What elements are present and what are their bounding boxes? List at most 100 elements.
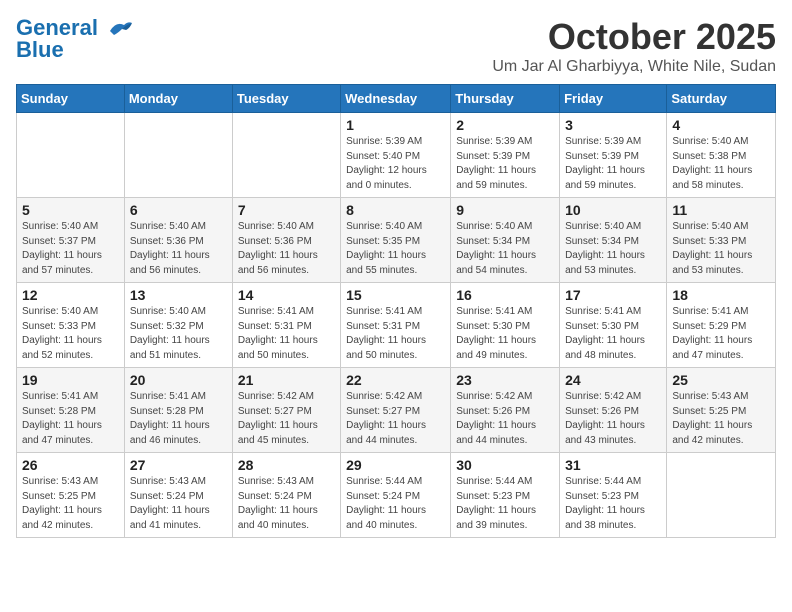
calendar-day-cell: 23 Sunrise: 5:42 AM Sunset: 5:26 PM Dayli… [451,368,560,453]
calendar-day-cell: 9 Sunrise: 5:40 AM Sunset: 5:34 PM Daylig… [451,198,560,283]
day-info: Sunrise: 5:40 AM Sunset: 5:38 PM Dayligh… [672,135,770,193]
day-number: 17 [565,287,661,303]
day-number: 26 [22,457,119,473]
day-info: Sunrise: 5:44 AM Sunset: 5:24 PM Dayligh… [346,475,445,533]
day-info: Sunrise: 5:40 AM Sunset: 5:37 PM Dayligh… [22,220,119,278]
calendar-day-cell: 7 Sunrise: 5:40 AM Sunset: 5:36 PM Daylig… [232,198,340,283]
day-number: 4 [672,117,770,133]
day-info: Sunrise: 5:42 AM Sunset: 5:27 PM Dayligh… [238,390,335,448]
calendar-day-cell: 12Sunrise: 5:40 AM Sunset: 5:33 PM Dayli… [17,283,125,368]
day-number: 28 [238,457,335,473]
day-info: Sunrise: 5:39 AM Sunset: 5:40 PM Dayligh… [346,135,445,193]
weekday-header-cell: Sunday [17,85,125,113]
day-number: 30 [456,457,554,473]
day-info: Sunrise: 5:43 AM Sunset: 5:25 PM Dayligh… [22,475,119,533]
day-number: 14 [238,287,335,303]
day-number: 22 [346,372,445,388]
calendar-day-cell: 1 Sunrise: 5:39 AM Sunset: 5:40 PM Daylig… [341,113,451,198]
month-title: October 2025 [492,16,776,58]
day-number: 16 [456,287,554,303]
day-info: Sunrise: 5:42 AM Sunset: 5:27 PM Dayligh… [346,390,445,448]
day-number: 1 [346,117,445,133]
day-number: 9 [456,202,554,218]
calendar-day-cell [124,113,232,198]
calendar-day-cell: 16Sunrise: 5:41 AM Sunset: 5:30 PM Dayli… [451,283,560,368]
calendar-day-cell [667,453,776,538]
day-info: Sunrise: 5:43 AM Sunset: 5:25 PM Dayligh… [672,390,770,448]
calendar-day-cell: 3Sunrise: 5:39 AM Sunset: 5:39 PM Daylig… [560,113,667,198]
calendar-day-cell: 17 Sunrise: 5:41 AM Sunset: 5:30 PM Dayli… [560,283,667,368]
weekday-header-cell: Thursday [451,85,560,113]
day-number: 3 [565,117,661,133]
logo: General Blue [16,16,134,62]
day-number: 10 [565,202,661,218]
day-info: Sunrise: 5:44 AM Sunset: 5:23 PM Dayligh… [565,475,661,533]
day-info: Sunrise: 5:41 AM Sunset: 5:31 PM Dayligh… [238,305,335,363]
page-header: General Blue October 2025 Um Jar Al Ghar… [16,16,776,76]
calendar-day-cell: 31 Sunrise: 5:44 AM Sunset: 5:23 PM Dayli… [560,453,667,538]
day-number: 18 [672,287,770,303]
day-info: Sunrise: 5:41 AM Sunset: 5:31 PM Dayligh… [346,305,445,363]
calendar-day-cell: 10Sunrise: 5:40 AM Sunset: 5:34 PM Dayli… [560,198,667,283]
day-info: Sunrise: 5:41 AM Sunset: 5:28 PM Dayligh… [22,390,119,448]
day-number: 20 [130,372,227,388]
day-number: 24 [565,372,661,388]
day-info: Sunrise: 5:40 AM Sunset: 5:33 PM Dayligh… [22,305,119,363]
calendar-day-cell [232,113,340,198]
calendar-day-cell: 22 Sunrise: 5:42 AM Sunset: 5:27 PM Dayli… [341,368,451,453]
day-info: Sunrise: 5:39 AM Sunset: 5:39 PM Dayligh… [456,135,554,193]
weekday-header-cell: Tuesday [232,85,340,113]
logo-line2: Blue [16,38,64,62]
day-number: 15 [346,287,445,303]
day-info: Sunrise: 5:41 AM Sunset: 5:30 PM Dayligh… [565,305,661,363]
location-title: Um Jar Al Gharbiyya, White Nile, Sudan [492,58,776,76]
day-info: Sunrise: 5:40 AM Sunset: 5:34 PM Dayligh… [456,220,554,278]
calendar-day-cell: 11 Sunrise: 5:40 AM Sunset: 5:33 PM Dayli… [667,198,776,283]
calendar-week-row: 12Sunrise: 5:40 AM Sunset: 5:33 PM Dayli… [17,283,776,368]
day-number: 2 [456,117,554,133]
calendar-day-cell: 28Sunrise: 5:43 AM Sunset: 5:24 PM Dayli… [232,453,340,538]
calendar-day-cell: 21 Sunrise: 5:42 AM Sunset: 5:27 PM Dayli… [232,368,340,453]
day-number: 11 [672,202,770,218]
calendar-week-row: 19 Sunrise: 5:41 AM Sunset: 5:28 PM Dayli… [17,368,776,453]
day-number: 8 [346,202,445,218]
day-info: Sunrise: 5:40 AM Sunset: 5:32 PM Dayligh… [130,305,227,363]
calendar-day-cell: 15 Sunrise: 5:41 AM Sunset: 5:31 PM Dayli… [341,283,451,368]
calendar-day-cell: 5 Sunrise: 5:40 AM Sunset: 5:37 PM Daylig… [17,198,125,283]
calendar-day-cell: 13 Sunrise: 5:40 AM Sunset: 5:32 PM Dayli… [124,283,232,368]
day-info: Sunrise: 5:42 AM Sunset: 5:26 PM Dayligh… [456,390,554,448]
day-info: Sunrise: 5:41 AM Sunset: 5:29 PM Dayligh… [672,305,770,363]
day-info: Sunrise: 5:40 AM Sunset: 5:36 PM Dayligh… [130,220,227,278]
calendar-day-cell: 30 Sunrise: 5:44 AM Sunset: 5:23 PM Dayli… [451,453,560,538]
day-number: 21 [238,372,335,388]
title-block: October 2025 Um Jar Al Gharbiyya, White … [492,16,776,76]
day-number: 19 [22,372,119,388]
calendar-day-cell: 24 Sunrise: 5:42 AM Sunset: 5:26 PM Dayli… [560,368,667,453]
calendar-table: SundayMondayTuesdayWednesdayThursdayFrid… [16,84,776,538]
day-number: 5 [22,202,119,218]
day-number: 31 [565,457,661,473]
calendar-body: 1 Sunrise: 5:39 AM Sunset: 5:40 PM Daylig… [17,113,776,538]
calendar-day-cell: 6 Sunrise: 5:40 AM Sunset: 5:36 PM Daylig… [124,198,232,283]
day-info: Sunrise: 5:44 AM Sunset: 5:23 PM Dayligh… [456,475,554,533]
day-number: 25 [672,372,770,388]
day-info: Sunrise: 5:42 AM Sunset: 5:26 PM Dayligh… [565,390,661,448]
weekday-header-cell: Monday [124,85,232,113]
calendar-day-cell: 20Sunrise: 5:41 AM Sunset: 5:28 PM Dayli… [124,368,232,453]
calendar-day-cell: 27Sunrise: 5:43 AM Sunset: 5:24 PM Dayli… [124,453,232,538]
calendar-day-cell: 18 Sunrise: 5:41 AM Sunset: 5:29 PM Dayli… [667,283,776,368]
weekday-header-cell: Wednesday [341,85,451,113]
weekday-header-cell: Friday [560,85,667,113]
calendar-week-row: 1 Sunrise: 5:39 AM Sunset: 5:40 PM Daylig… [17,113,776,198]
day-number: 27 [130,457,227,473]
calendar-day-cell: 25 Sunrise: 5:43 AM Sunset: 5:25 PM Dayli… [667,368,776,453]
day-number: 6 [130,202,227,218]
day-number: 23 [456,372,554,388]
day-number: 13 [130,287,227,303]
calendar-day-cell: 8Sunrise: 5:40 AM Sunset: 5:35 PM Daylig… [341,198,451,283]
day-number: 7 [238,202,335,218]
day-info: Sunrise: 5:40 AM Sunset: 5:36 PM Dayligh… [238,220,335,278]
weekday-header-row: SundayMondayTuesdayWednesdayThursdayFrid… [17,85,776,113]
day-info: Sunrise: 5:40 AM Sunset: 5:33 PM Dayligh… [672,220,770,278]
calendar-day-cell: 26 Sunrise: 5:43 AM Sunset: 5:25 PM Dayli… [17,453,125,538]
